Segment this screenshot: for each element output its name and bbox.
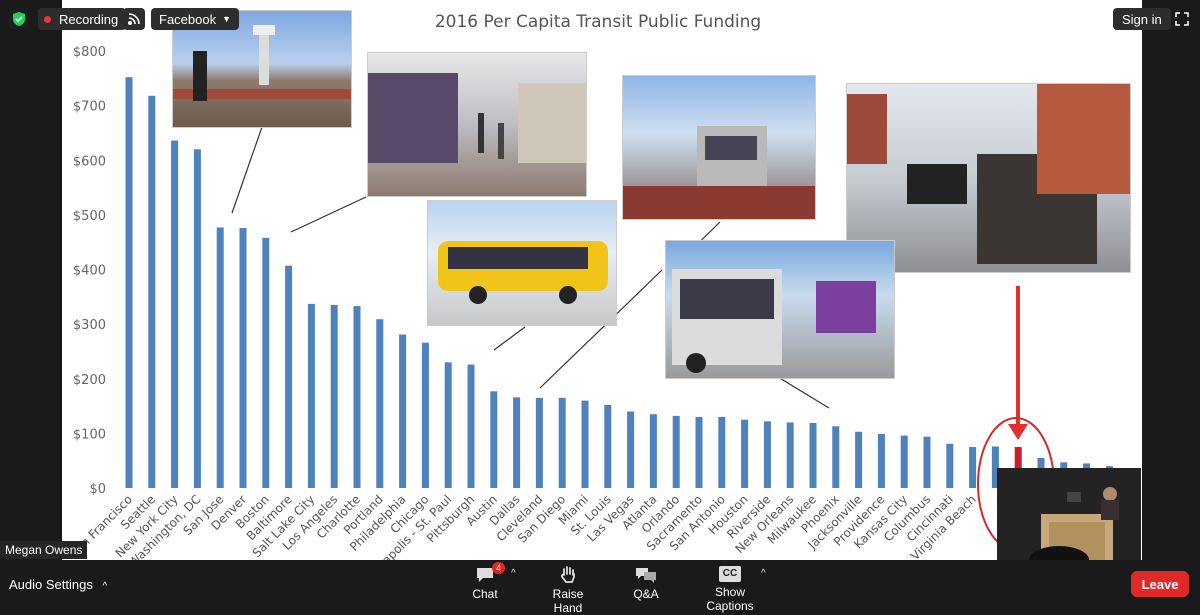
bar-salt-lake-city: [307, 303, 315, 488]
caret-up-icon: ^: [102, 581, 108, 592]
chat-button[interactable]: 4 Chat: [470, 562, 505, 601]
bar-new-york-city: [171, 140, 179, 488]
brt-bus-photo: [427, 200, 617, 326]
bar-san-antonio: [718, 416, 726, 488]
show-captions-button[interactable]: CC Show Captions: [690, 564, 770, 613]
y-tick-label: $100: [73, 427, 106, 442]
bar-st-louis: [604, 404, 612, 488]
bar-atlanta: [649, 414, 657, 488]
bar-portland: [376, 319, 384, 488]
raise-hand-button[interactable]: Raise Hand: [538, 564, 598, 615]
chat-unread-badge: 4: [491, 562, 505, 574]
security-shield-icon[interactable]: [9, 9, 29, 29]
bar-columbus: [923, 436, 931, 488]
y-tick-label: $300: [73, 318, 106, 333]
leave-button[interactable]: Leave: [1131, 571, 1189, 597]
fullscreen-icon[interactable]: [1170, 8, 1194, 30]
raise-hand-label: Raise Hand: [552, 587, 584, 615]
bar-washington-dc: [193, 149, 201, 488]
bar-pittsburgh: [467, 364, 475, 488]
speaker-video-thumbnail[interactable]: [997, 468, 1141, 560]
audio-settings-label: Audio Settings: [9, 577, 93, 592]
bar-milwaukee: [809, 422, 817, 488]
bar-chicago: [421, 342, 429, 488]
sign-in-button[interactable]: Sign in: [1113, 8, 1171, 30]
y-tick-label: $500: [73, 209, 106, 224]
bar-cleveland: [535, 397, 543, 488]
y-tick-label: $600: [73, 154, 106, 169]
participant-name: Megan Owens: [5, 543, 83, 557]
bar-los-angeles: [330, 305, 338, 488]
bar-las-vegas: [627, 411, 635, 488]
audio-settings-button[interactable]: Audio Settings ^: [9, 577, 107, 592]
captions-options-caret-icon[interactable]: ^: [761, 568, 766, 579]
meeting-top-bar: Recording Facebook ▼ Sign in: [0, 0, 1200, 38]
bar-san-diego: [558, 397, 566, 488]
participant-name-tag: Megan Owens: [0, 541, 88, 559]
shared-screen: 2016 Per Capita Transit Public Funding $…: [62, 0, 1142, 560]
bar-new-orleans: [786, 422, 794, 488]
bar-jacksonville: [855, 431, 863, 488]
qa-bubbles-icon: [635, 566, 657, 584]
hand-icon: [559, 566, 577, 584]
leave-label: Leave: [1141, 576, 1179, 592]
sign-in-label: Sign in: [1122, 11, 1162, 27]
bar-riverside: [763, 421, 771, 488]
light-rail-photo: [622, 75, 816, 220]
recording-label: Recording: [59, 11, 119, 27]
bar-austin: [490, 391, 498, 488]
bar-orlando: [672, 415, 680, 488]
city-bus-streetcar-photo: [665, 240, 895, 379]
bar-san-francisco: [125, 77, 133, 488]
y-tick-label: $400: [73, 264, 106, 279]
y-tick-label: $800: [73, 45, 106, 60]
bar-dallas: [513, 397, 521, 488]
bar-houston: [741, 419, 749, 488]
recording-indicator[interactable]: Recording: [38, 8, 127, 30]
bar-philadelphia: [399, 334, 407, 488]
chat-options-caret-icon[interactable]: ^: [511, 568, 516, 579]
recording-dot-icon: [44, 15, 51, 23]
bar-virginia-beach: [969, 447, 977, 488]
y-tick-label: $0: [89, 482, 106, 497]
closed-captions-icon: CC: [719, 566, 741, 582]
y-tick-label: $700: [73, 100, 106, 115]
facebook-label: Facebook: [159, 11, 217, 27]
facebook-livestream-dropdown[interactable]: Facebook ▼: [151, 8, 240, 30]
bar-seattle: [148, 95, 156, 488]
y-tick-label: $200: [73, 373, 106, 388]
chat-bubble-icon: 4: [475, 562, 505, 584]
bar-boston: [262, 237, 270, 488]
bar-baltimore: [285, 265, 293, 488]
bar-phoenix: [832, 426, 840, 488]
livestream-icon[interactable]: [123, 8, 145, 30]
bar-minneapolis-st-paul: [444, 362, 452, 488]
bar-providence: [877, 433, 885, 488]
bar-denver: [239, 227, 247, 489]
caret-down-icon: ▼: [222, 14, 232, 24]
bar-san-jose: [216, 227, 224, 488]
bar-miami: [581, 400, 589, 488]
bar-kansas-city: [900, 435, 908, 488]
qa-button[interactable]: Q&A: [631, 564, 661, 601]
commuter-rail-platform-photo: [367, 52, 587, 197]
qa-label: Q&A: [633, 587, 659, 601]
meeting-control-bar: Audio Settings ^ 4 Chat ^ Raise Hand Q&A…: [0, 560, 1200, 615]
bar-charlotte: [353, 306, 361, 488]
bar-sacramento: [695, 416, 703, 488]
chat-label: Chat: [472, 587, 498, 601]
bar-cincinnati: [946, 443, 954, 488]
